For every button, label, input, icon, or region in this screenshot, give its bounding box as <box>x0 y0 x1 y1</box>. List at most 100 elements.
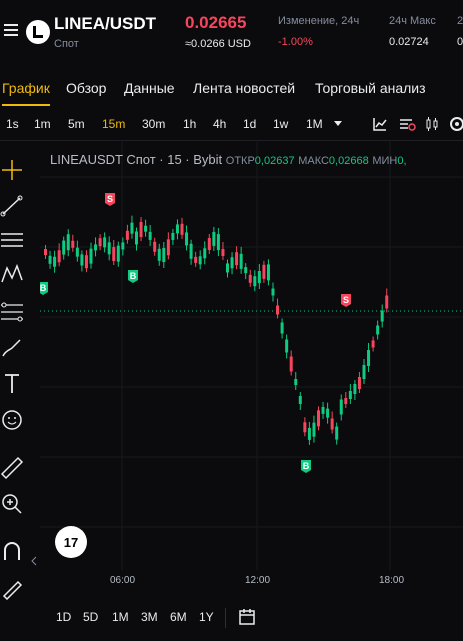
candle <box>221 249 225 257</box>
timeframe-1s[interactable]: 1s <box>6 117 19 131</box>
candle <box>371 340 375 348</box>
low-label: МИН <box>372 155 398 167</box>
zoom-in-icon[interactable] <box>0 492 24 516</box>
x-tick-label: 06:00 <box>110 575 136 586</box>
timeframe-1m[interactable]: 1m <box>34 117 51 131</box>
timeframe-1M[interactable]: 1M <box>306 117 323 131</box>
trend-line-icon[interactable] <box>0 194 24 218</box>
tab-overview[interactable]: Обзор <box>66 80 106 96</box>
candle <box>189 243 193 259</box>
last-price: 0.02665 <box>185 13 247 32</box>
candlestick-chart[interactable]: S B B B S <box>38 142 463 570</box>
candle <box>303 422 307 433</box>
high-value: 0,02668 <box>328 155 369 167</box>
candle <box>317 410 320 427</box>
candle <box>326 408 330 418</box>
buy-marker: B <box>38 282 48 295</box>
price-chart[interactable]: S B B B S <box>38 142 463 570</box>
candle <box>94 244 98 251</box>
candle-type-icon[interactable] <box>425 116 439 132</box>
candle <box>271 288 275 296</box>
high-label: МАКС <box>298 155 329 167</box>
more-stats-label: 2 <box>457 15 463 27</box>
timeframe-1h[interactable]: 1h <box>183 117 196 131</box>
candle <box>380 310 384 322</box>
ruler-icon[interactable] <box>0 456 24 480</box>
horizontal-lines-icon[interactable] <box>0 228 24 252</box>
tab-chart[interactable]: График <box>2 80 50 96</box>
candle <box>262 264 266 279</box>
candle <box>239 253 243 269</box>
chevron-down-icon[interactable] <box>333 120 343 128</box>
candle <box>62 240 66 255</box>
text-tool-icon[interactable] <box>0 372 24 396</box>
marker-label: B <box>130 271 137 281</box>
menu-icon[interactable] <box>4 24 18 38</box>
open-label: ОТКР <box>225 155 255 167</box>
candle <box>235 252 239 266</box>
legend-title: LINEAUSDT Спот · 15 · Bybit <box>50 152 223 167</box>
pair-title[interactable]: LINEA/USDT <box>54 14 156 34</box>
collapse-toolbar-icon[interactable] <box>30 556 38 566</box>
pattern-icon[interactable] <box>0 262 24 286</box>
drawing-toolbar <box>0 142 38 602</box>
candle <box>185 232 189 246</box>
drawing-settings-icon[interactable] <box>398 116 416 132</box>
header: LINEA/USDT Спот 0.02665 ≈0.0266 USD Изме… <box>0 0 463 64</box>
range-1y[interactable]: 1Y <box>199 610 214 624</box>
range-5d[interactable]: 5D <box>83 610 98 624</box>
candle <box>98 238 102 247</box>
x-tick-label: 18:00 <box>379 575 405 586</box>
marker-label: S <box>107 194 113 204</box>
lock-pencil-icon[interactable] <box>0 576 24 600</box>
magnet-icon[interactable] <box>0 540 24 564</box>
open-value: 0,02637 <box>254 155 295 167</box>
token-logo <box>26 20 50 44</box>
x-tick-label: 12:00 <box>245 575 271 586</box>
gear-icon[interactable] <box>448 115 463 133</box>
range-1m[interactable]: 1M <box>112 610 129 624</box>
candle <box>294 379 298 385</box>
range-bar: 1D 5D 1M 3M 6M 1Y <box>0 604 463 634</box>
candle <box>130 222 134 234</box>
candle <box>139 222 143 238</box>
candle <box>103 237 107 248</box>
tab-news[interactable]: Лента новостей <box>193 80 295 96</box>
candle <box>112 247 116 262</box>
low-value: 0, <box>397 155 407 167</box>
timeframe-4h[interactable]: 4h <box>213 117 226 131</box>
candle <box>80 254 84 266</box>
candle <box>198 256 202 265</box>
candle <box>285 339 289 353</box>
timeframe-1d[interactable]: 1d <box>243 117 256 131</box>
calendar-range-icon[interactable] <box>238 607 258 627</box>
tradingview-logo[interactable]: 17 <box>55 526 87 558</box>
candle <box>339 399 343 415</box>
candle <box>266 264 270 281</box>
smiley-icon[interactable] <box>0 408 24 432</box>
more-stats-value: 0 <box>457 36 463 48</box>
timeframe-30m[interactable]: 30m <box>142 117 165 131</box>
candle <box>226 263 229 273</box>
indicators-icon[interactable] <box>372 116 388 132</box>
candle <box>307 427 311 440</box>
candle <box>312 422 316 437</box>
range-6m[interactable]: 6M <box>170 610 187 624</box>
crosshair-icon[interactable] <box>0 158 24 182</box>
tab-trading-analysis[interactable]: Торговый анализ <box>315 80 426 96</box>
brush-icon[interactable] <box>0 336 24 360</box>
candle <box>144 225 148 232</box>
fib-icon[interactable] <box>0 300 24 324</box>
timeframe-1w[interactable]: 1w <box>273 117 288 131</box>
tab-data[interactable]: Данные <box>124 80 175 96</box>
timeframe-5m[interactable]: 5m <box>68 117 85 131</box>
candle <box>244 267 248 274</box>
range-3m[interactable]: 3M <box>141 610 158 624</box>
candle <box>194 256 198 263</box>
range-1d[interactable]: 1D <box>56 610 71 624</box>
candle <box>66 234 70 251</box>
candle <box>376 325 380 335</box>
candle <box>171 232 175 240</box>
timeframe-15m[interactable]: 15m <box>102 117 125 131</box>
candle <box>298 396 302 404</box>
